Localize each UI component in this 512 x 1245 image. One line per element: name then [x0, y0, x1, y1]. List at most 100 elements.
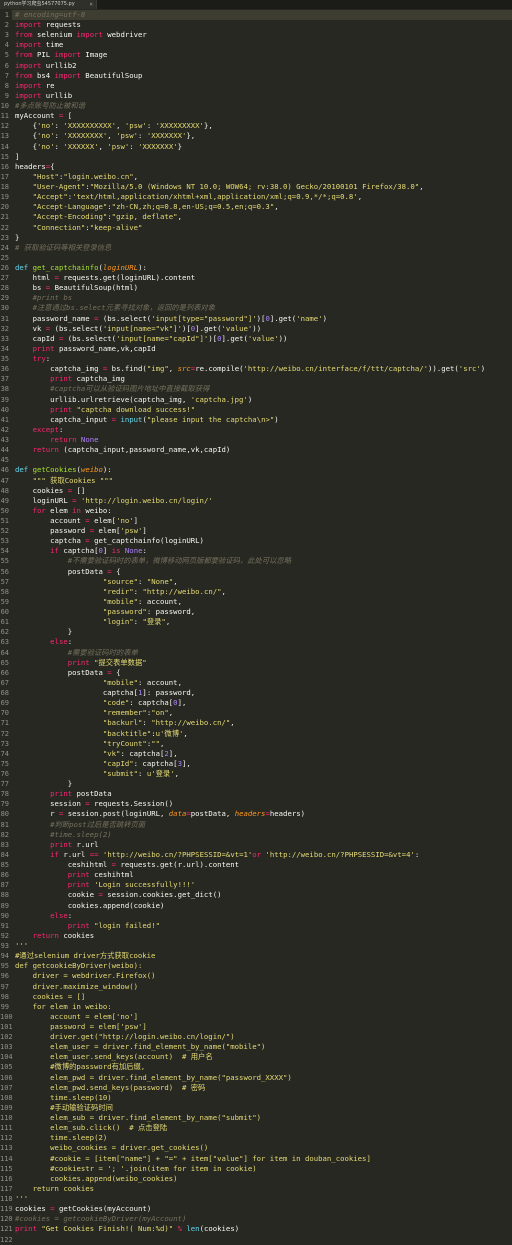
code-line: print "login failed!": [15, 921, 160, 931]
code-token: :: [138, 576, 147, 586]
code-token: elem_sub.click() # 点击登陆: [15, 1123, 168, 1133]
code-token: ,: [357, 192, 363, 202]
code-token: #print bs: [15, 293, 73, 303]
code-line: import requests: [15, 20, 81, 30]
line-number: 64: [0, 648, 9, 657]
code-line: headers={: [15, 162, 55, 172]
code-token: "submit": [102, 769, 139, 778]
code-line: import re: [15, 81, 55, 91]
code-token: data: [168, 809, 187, 819]
line-number: 18: [0, 183, 9, 192]
code-line: print "提交表单数据": [15, 658, 147, 668]
line-number: 8: [4, 81, 9, 90]
code-token: #cookies = getcookieByDriver(myAccount): [15, 1214, 187, 1224]
code-token: import: [15, 60, 42, 70]
line-number: 49: [0, 496, 9, 505]
code-line: print postData: [15, 789, 112, 799]
code-token: # 获取验证码等相关登录信息: [15, 242, 112, 252]
line-number: 116: [0, 1174, 13, 1183]
line-number: 52: [0, 527, 9, 536]
code-token: elem[: [94, 526, 121, 536]
code-token: cookie: [15, 890, 99, 900]
code-token: #判断post过后是否跳转页面: [15, 819, 146, 829]
line-number: 79: [0, 800, 9, 809]
code-line: urllib.urlretrieve(captcha_img, 'captcha…: [15, 395, 252, 405]
file-tab[interactable]: python学习爬虫54577075.py ×: [0, 0, 97, 9]
line-number: 10: [0, 102, 9, 111]
line-number: 78: [0, 790, 9, 799]
code-line: from PIL import Image: [15, 50, 107, 60]
code-token: for elem in weibo:: [15, 1001, 112, 1011]
code-token: bs4: [32, 70, 55, 80]
code-token: print: [15, 1224, 37, 1234]
code-token: "backtitle": [102, 728, 152, 738]
code-token: 'http://weibo.cn/?PHPSESSID=&vt=1': [102, 849, 253, 859]
line-number: 36: [0, 365, 9, 374]
close-icon[interactable]: ×: [89, 0, 93, 9]
line-number: 29: [0, 294, 9, 303]
line-number: 20: [0, 203, 9, 212]
code-line: #time.sleep(2): [15, 830, 112, 840]
code-line: import urllib: [15, 91, 72, 101]
code-token: :: [58, 424, 64, 434]
code-token: []: [72, 485, 86, 495]
line-number: 7: [4, 71, 9, 80]
code-line: "remember":"on",: [15, 708, 173, 718]
line-number: 91: [0, 921, 9, 930]
code-token: :: [67, 910, 73, 920]
code-token: from: [15, 70, 33, 80]
code-token: else: [50, 637, 68, 647]
code-line: {'no': 'XXXXXXXXXX', 'psw': 'XXXXXXXXX'}…: [15, 121, 213, 131]
line-number: 60: [0, 608, 9, 617]
code-token: ):: [138, 263, 147, 272]
code-token: )[: [181, 323, 191, 333]
code-token: ceshihtml: [89, 870, 134, 880]
code-token: driver.get("http://login.weibo.cn/login/…: [15, 1032, 235, 1042]
code-token: requests: [41, 20, 81, 30]
line-number: 25: [0, 253, 9, 262]
code-token: None: [124, 546, 143, 556]
code-token: elem[: [89, 516, 117, 525]
line-number: 57: [0, 577, 9, 586]
line-number: 48: [0, 486, 9, 495]
code-token: ].get(: [195, 323, 222, 333]
code-line: #cookies = getcookieByDriver(myAccount): [15, 1214, 186, 1224]
line-number: 121: [0, 1225, 13, 1234]
line-number: 111: [0, 1124, 13, 1133]
code-token: captcha: [15, 536, 86, 546]
code-token: cookies: [15, 485, 68, 495]
line-number: 69: [0, 699, 9, 708]
code-editor[interactable]: 1 2 3 4 5 6 7 8 9 10 11 12 13 14 15 16 17 18 19 20 21 22 23 24 2…: [0, 10, 512, 1244]
code-line: weibo_cookies = driver.get_cookies(): [15, 1143, 208, 1153]
code-token: if: [50, 849, 59, 859]
code-token: #通过selenium driver方式获取cookie: [15, 951, 156, 961]
code-token: 'XXXXXXXX': [63, 131, 108, 141]
code-line: cookies = getCookies(myAccount): [15, 1204, 151, 1214]
code-token: :: [142, 718, 152, 728]
line-number: 63: [0, 638, 9, 647]
code-token: "code": [102, 698, 130, 708]
code-token: postData: [15, 667, 108, 677]
line-number: 56: [0, 567, 9, 576]
code-token: urllib2: [41, 60, 77, 70]
code-token: requests.Session(): [89, 799, 174, 809]
code-line: }: [15, 627, 72, 637]
code-token: r.url: [58, 849, 90, 859]
code-token: if: [50, 546, 59, 556]
code-token: )): [278, 333, 288, 343]
code-token: ,: [174, 769, 180, 778]
line-number: 12: [0, 122, 9, 131]
line-number: 61: [0, 618, 9, 627]
code-token: captcha[: [58, 546, 99, 556]
code-token: 'XXXXXXXXXX': [63, 121, 117, 131]
code-token: {: [111, 667, 121, 677]
line-number: 117: [0, 1184, 13, 1193]
line-number: 88: [0, 891, 9, 900]
code-line: return cookies: [15, 931, 95, 941]
